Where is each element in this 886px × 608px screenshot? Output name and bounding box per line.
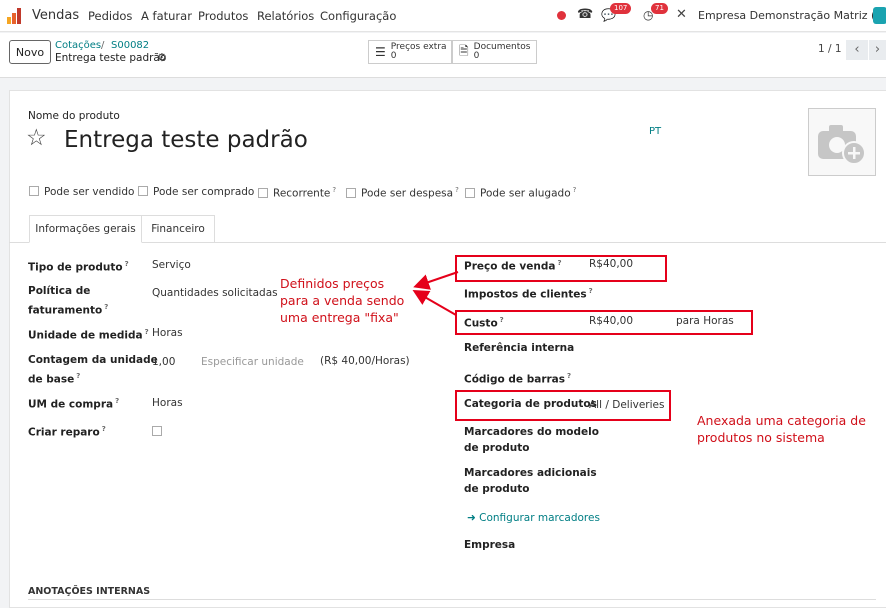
phone-icon[interactable]: ☎ [577, 7, 593, 22]
language-button[interactable]: PT [649, 126, 661, 137]
additional-tags-label: Marcadores adicionais de produto [464, 467, 597, 495]
product-type-label: Tipo de produto? [28, 260, 129, 274]
control-panel: Novo Cotações / S00082 Entrega teste pad… [0, 33, 886, 78]
user-avatar[interactable] [873, 7, 886, 24]
pager-next-icon[interactable]: › [869, 40, 886, 60]
create-repair-label: Criar reparo? [28, 425, 106, 439]
pager-previous-icon[interactable]: ‹ [846, 40, 868, 60]
product-type-field[interactable]: Serviço [152, 259, 191, 271]
invoice-policy-field[interactable]: Quantidades solicitadas [152, 287, 278, 299]
category-highlight-box [455, 390, 671, 421]
base-unit-price: (R$ 40,00/Horas) [320, 355, 410, 367]
record-status-dot-icon[interactable] [557, 11, 566, 20]
product-name-input[interactable]: Entrega teste padrão [64, 127, 308, 153]
sale-price-highlight-box [455, 255, 667, 282]
arrow-right-icon: ➜ [467, 512, 480, 524]
messages-badge: 107 [610, 3, 632, 14]
purchase-uom-field[interactable]: Horas [152, 397, 183, 409]
camera-plus-icon [818, 125, 866, 165]
purchase-uom-label: UM de compra? [28, 397, 120, 411]
barcode-label: Código de barras? [464, 372, 572, 386]
base-unit-count-field[interactable]: 1,00 [152, 356, 175, 368]
new-button[interactable]: Novo [9, 40, 51, 64]
clock-icon[interactable]: ◷ 71 [643, 3, 668, 22]
tools-icon[interactable]: ✕ [676, 7, 687, 22]
company-switcher[interactable]: Empresa Demonstração Matriz (nfe) [698, 9, 886, 22]
tab-financeiro[interactable]: Financeiro [142, 215, 215, 243]
can-be-rented-checkbox[interactable]: Pode ser alugado? [465, 186, 576, 200]
pager-value[interactable]: 1 / 1 [818, 43, 842, 55]
menu-produtos[interactable]: Produtos [198, 9, 248, 23]
category-annotation: Anexada uma categoria de produtos no sis… [697, 413, 866, 445]
app-name[interactable]: Vendas [32, 8, 79, 23]
extra-prices-label: Preços extra [390, 42, 447, 52]
create-repair-checkbox[interactable] [152, 425, 167, 438]
product-image-placeholder[interactable] [808, 108, 876, 176]
menu-configuracao[interactable]: Configuração [320, 9, 396, 23]
menu-relatorios[interactable]: Relatórios [257, 9, 314, 23]
configure-tags-link[interactable]: ➜ Configurar marcadores [467, 512, 600, 524]
base-unit-count-label: Contagem da unidade de base? [28, 354, 158, 386]
prices-annotation: Definidos preços para a venda sendo uma … [280, 276, 405, 325]
documents-button[interactable]: 🗎 Documentos 0 [452, 40, 537, 64]
documents-count: 0 [473, 51, 480, 61]
annotation-arrows [412, 271, 459, 316]
invoice-policy-label: Política de faturamento? [28, 285, 109, 317]
sales-app-icon[interactable] [7, 8, 25, 24]
can-be-expensed-checkbox[interactable]: Pode ser despesa? [346, 186, 459, 200]
base-unit-input[interactable]: Especificar unidade [201, 356, 304, 368]
uom-label: Unidade de medida? [28, 328, 149, 342]
gear-icon[interactable]: ⚙ [157, 51, 167, 64]
extra-prices-count: 0 [390, 51, 397, 61]
breadcrumb-separator: / [101, 40, 105, 51]
product-name-label: Nome do produto [28, 110, 120, 122]
internal-reference-label: Referência interna [464, 342, 575, 354]
extra-prices-button[interactable]: ☰ Preços extra 0 [368, 40, 452, 64]
can-be-sold-checkbox[interactable]: Pode ser vendido [29, 186, 134, 198]
record-title: Entrega teste padrão [55, 52, 167, 64]
tab-informacoes-gerais[interactable]: Informações gerais [29, 215, 142, 243]
favorite-star-icon[interactable]: ☆ [26, 125, 47, 151]
uom-field[interactable]: Horas [152, 327, 183, 339]
documents-label: Documentos [473, 42, 531, 52]
recurring-checkbox[interactable]: Recorrente? [258, 186, 336, 200]
top-navbar: Vendas Pedidos A faturar Produtos Relató… [0, 0, 886, 32]
document-icon: 🗎 [459, 43, 469, 58]
breadcrumb-cotacoes[interactable]: Cotações [55, 40, 101, 51]
breadcrumb-order[interactable]: S00082 [111, 40, 149, 51]
chat-icon[interactable]: 💬 107 [601, 3, 632, 22]
can-be-purchased-checkbox[interactable]: Pode ser comprado [138, 186, 254, 198]
template-tags-label: Marcadores do modelo de produto [464, 426, 599, 454]
customer-taxes-label: Impostos de clientes? [464, 287, 593, 301]
menu-a-faturar[interactable]: A faturar [141, 9, 192, 23]
activities-badge: 71 [651, 3, 668, 14]
internal-notes-divider [28, 599, 876, 600]
cost-highlight-box [455, 310, 753, 335]
company-label: Empresa [464, 539, 516, 551]
form-sheet [9, 90, 886, 608]
menu-pedidos[interactable]: Pedidos [88, 9, 132, 23]
list-icon: ☰ [375, 45, 386, 59]
internal-notes-heading: ANOTAÇÕES INTERNAS [28, 586, 151, 597]
